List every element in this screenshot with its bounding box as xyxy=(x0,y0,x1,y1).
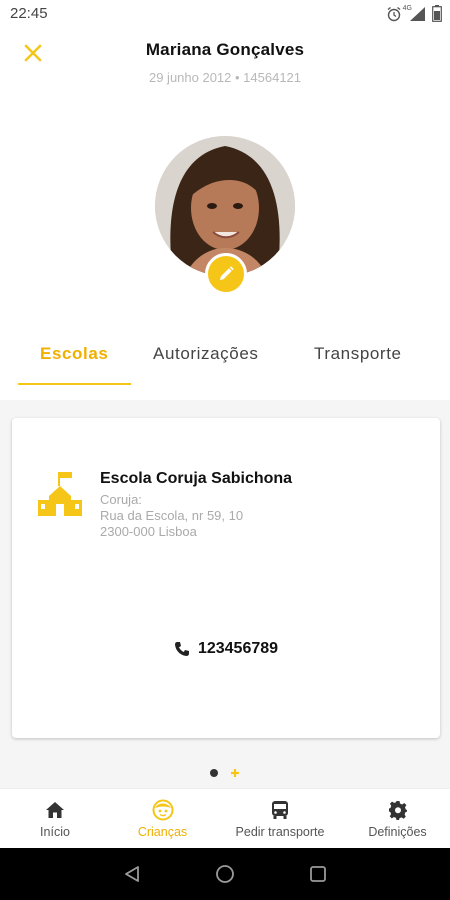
page-indicator xyxy=(0,768,450,778)
battery-icon xyxy=(432,5,442,22)
bus-icon xyxy=(272,801,288,819)
phone-number: 123456789 xyxy=(197,640,279,657)
nav-item-inicio[interactable]: Início xyxy=(0,789,110,849)
school-phone[interactable]: 123456789 xyxy=(12,640,440,658)
edit-photo-button[interactable] xyxy=(205,253,247,295)
status-icons: 4G xyxy=(386,5,442,22)
nav-label: Pedir transporte xyxy=(235,825,325,839)
school-card[interactable]: Escola Coruja Sabichona Coruja: Rua da E… xyxy=(12,418,440,738)
school-name: Escola Coruja Sabichona xyxy=(100,470,293,487)
child-face-icon xyxy=(152,799,173,821)
child-birthdate-id: 29 junho 2012 • 14564121 xyxy=(148,70,302,85)
add-page-icon[interactable] xyxy=(230,768,240,778)
nav-label: Crianças xyxy=(137,825,188,839)
avatar-container xyxy=(155,136,297,295)
page-dot-active[interactable] xyxy=(210,769,218,777)
system-home-button[interactable] xyxy=(213,862,237,886)
bottom-navigation: Início Crianças Pedir transporte Definiç… xyxy=(0,788,450,848)
school-address-line: Rua da Escola, nr 59, 10 xyxy=(100,508,244,523)
recents-square-icon xyxy=(310,866,326,882)
status-time: 22:45 xyxy=(10,5,48,22)
back-triangle-icon xyxy=(125,866,139,882)
pencil-icon xyxy=(220,266,234,280)
phone-icon xyxy=(174,642,189,656)
gear-icon xyxy=(388,801,407,820)
school-address-line: 2300-000 Lisboa xyxy=(100,524,197,539)
profile-header: Mariana Gonçalves 29 junho 2012 • 145641… xyxy=(0,28,450,108)
child-name: Mariana Gonçalves xyxy=(145,40,305,59)
nav-item-definicoes[interactable]: Definições xyxy=(345,789,450,849)
network-type: 4G xyxy=(402,5,412,12)
tab-escolas[interactable]: Escolas xyxy=(40,344,108,364)
school-icon xyxy=(38,472,82,516)
system-back-button[interactable] xyxy=(120,862,144,886)
tab-transporte[interactable]: Transporte xyxy=(314,344,402,364)
active-tab-indicator xyxy=(18,383,131,385)
alarm-icon xyxy=(387,6,401,21)
profile-tabs: Escolas Autorizações Transporte xyxy=(0,330,450,386)
nav-label: Início xyxy=(40,825,70,839)
nav-item-pedir-transporte[interactable]: Pedir transporte xyxy=(215,789,345,849)
home-icon xyxy=(46,802,64,818)
tab-autorizacoes[interactable]: Autorizações xyxy=(153,344,258,364)
nav-label: Definições xyxy=(368,825,427,839)
system-recents-button[interactable] xyxy=(306,862,330,886)
system-navigation-bar xyxy=(0,848,450,900)
status-bar: 22:45 4G xyxy=(0,0,450,28)
school-address-line: Coruja: xyxy=(100,492,142,507)
home-circle-icon xyxy=(216,865,234,883)
nav-item-criancas[interactable]: Crianças xyxy=(110,789,215,849)
